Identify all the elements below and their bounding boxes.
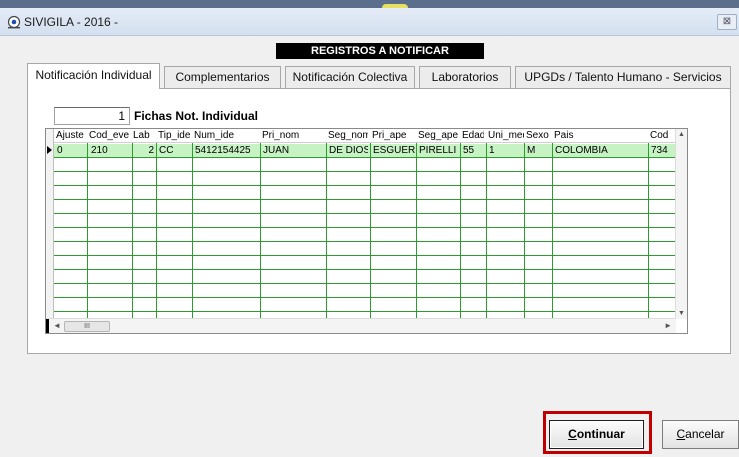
scroll-thumb[interactable]: III	[64, 321, 110, 332]
row-selector-column[interactable]	[46, 129, 54, 319]
tab-notificacion-individual[interactable]: Notificación Individual	[27, 63, 160, 89]
column-header[interactable]: Cod_eve	[89, 130, 133, 141]
column-header[interactable]: Tip_ide	[158, 130, 192, 141]
cell-cod-eve[interactable]: 210	[91, 144, 129, 157]
column-header[interactable]: Pri_ape	[372, 130, 412, 141]
row-divider	[54, 227, 676, 228]
cell-sexo[interactable]: M	[527, 144, 551, 157]
scroll-up-icon[interactable]: ▲	[678, 131, 685, 138]
column-divider	[416, 143, 417, 319]
continue-label: ontinuar	[576, 427, 625, 441]
title-bar: SIVIGILA - 2016 - ⊠	[0, 8, 739, 36]
window-title: SIVIGILA - 2016 -	[24, 15, 119, 29]
cell-pri-nom[interactable]: JUAN	[263, 144, 323, 157]
column-divider	[192, 143, 193, 319]
cell-pais[interactable]: COLOMBIA	[555, 144, 647, 157]
column-header[interactable]: Pais	[554, 130, 594, 141]
column-header[interactable]: Uni_med	[488, 130, 524, 141]
cell-seg-nom[interactable]: DE DIOS	[329, 144, 368, 157]
cell-ajuste[interactable]: 0	[57, 144, 85, 157]
row-divider	[54, 241, 676, 242]
close-icon[interactable]: ⊠	[717, 14, 737, 30]
current-row-icon	[47, 146, 52, 154]
column-divider	[552, 143, 553, 319]
column-divider	[132, 143, 133, 319]
column-divider	[156, 143, 157, 319]
cell-uni-med[interactable]: 1	[489, 144, 523, 157]
tab-upgds-talento-humano[interactable]: UPGDs / Talento Humano - Servicios	[515, 66, 731, 88]
cancel-mnemonic: C	[676, 427, 686, 441]
tab-complementarios[interactable]: Complementarios	[164, 66, 281, 88]
column-header[interactable]: Seg_ape	[418, 130, 458, 141]
app-icon	[7, 15, 21, 29]
cancel-button[interactable]: Cancelar	[662, 420, 739, 449]
row-divider	[54, 157, 676, 158]
column-header[interactable]: Lab	[133, 130, 153, 141]
row-divider	[54, 297, 676, 298]
column-divider	[648, 143, 649, 319]
row-divider	[54, 255, 676, 256]
row-divider	[54, 269, 676, 270]
record-count-field[interactable]: 1	[54, 107, 130, 125]
column-header[interactable]: Pri_nom	[262, 130, 320, 141]
column-header[interactable]: Cod	[650, 130, 668, 141]
records-grid[interactable]: Ajuste Cod_eve Lab Tip_ide Num_ide Pri_n…	[45, 128, 688, 334]
continue-button[interactable]: Continuar	[549, 420, 644, 449]
section-banner: REGISTROS A NOTIFICAR	[276, 43, 484, 59]
vertical-scrollbar[interactable]: ▲ ▼	[675, 129, 687, 319]
column-divider	[326, 143, 327, 319]
scroll-down-icon[interactable]: ▼	[678, 310, 685, 317]
row-divider	[54, 311, 676, 312]
cell-edad[interactable]: 55	[463, 144, 485, 157]
column-header[interactable]: Edad	[462, 130, 484, 141]
scroll-right-icon[interactable]: ►	[664, 321, 672, 330]
scroll-left-icon[interactable]: ◄	[53, 321, 61, 330]
column-header[interactable]: Sexo	[526, 130, 552, 141]
column-divider	[260, 143, 261, 319]
column-divider	[370, 143, 371, 319]
column-header[interactable]: Ajuste	[56, 130, 86, 141]
row-divider	[54, 185, 676, 186]
continue-mnemonic: C	[568, 427, 577, 441]
column-divider	[486, 143, 487, 319]
cancel-label: ancelar	[685, 427, 725, 441]
record-count-label: Fichas Not. Individual	[134, 109, 259, 123]
row-divider	[54, 171, 676, 172]
cell-lab[interactable]: 2	[134, 144, 154, 157]
tab-notificacion-colectiva[interactable]: Notificación Colectiva	[285, 66, 415, 88]
horizontal-scrollbar[interactable]: ◄ III ►	[46, 318, 676, 333]
column-divider	[460, 143, 461, 319]
row-divider	[54, 283, 676, 284]
cell-num-ide[interactable]: 5412154425	[195, 144, 258, 157]
column-divider	[524, 143, 525, 319]
cell-tip-ide[interactable]: CC	[159, 144, 190, 157]
column-header[interactable]: Num_ide	[194, 130, 254, 141]
row-divider	[54, 199, 676, 200]
cell-cod[interactable]: 734	[651, 144, 675, 157]
top-strip	[0, 0, 739, 8]
cell-pri-ape[interactable]: ESGUERRA	[373, 144, 415, 157]
row-divider	[54, 213, 676, 214]
tab-bar: Notificación Individual Complementarios …	[27, 63, 731, 89]
grid-header: Ajuste Cod_eve Lab Tip_ide Num_ide Pri_n…	[46, 129, 676, 143]
tab-laboratorios[interactable]: Laboratorios	[419, 66, 511, 88]
column-header[interactable]: Seg_nom	[328, 130, 368, 141]
cell-seg-ape[interactable]: PIRELLI	[419, 144, 459, 157]
scroll-edge-marker	[46, 319, 49, 333]
column-divider	[87, 143, 88, 319]
tab-panel: 1 Fichas Not. Individual Ajuste Cod_eve …	[27, 88, 731, 354]
